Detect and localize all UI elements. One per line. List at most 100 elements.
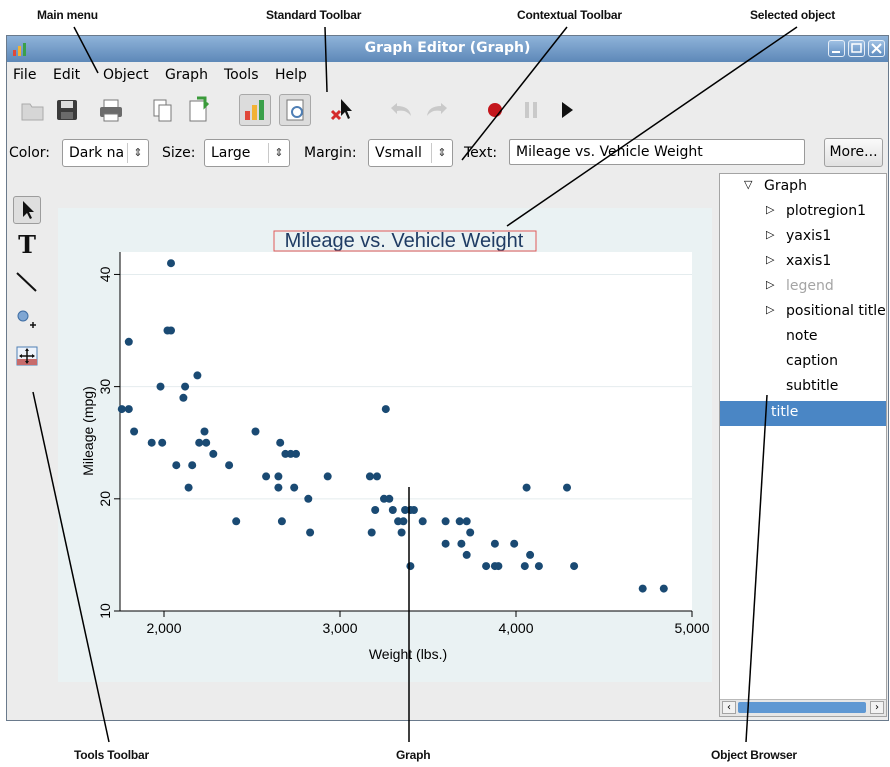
object-browser-toggle-button[interactable] xyxy=(279,94,311,126)
more-button[interactable]: More... xyxy=(824,138,883,167)
text-t-icon: T xyxy=(18,230,36,259)
minimize-button[interactable] xyxy=(828,40,845,57)
graph-editor-window: Graph Editor (Graph) File Edit Object Gr… xyxy=(6,35,889,721)
scatter-point xyxy=(466,528,475,537)
browser-node-yaxis1[interactable]: ▷ yaxis1 xyxy=(766,228,831,244)
browser-horizontal-scrollbar[interactable]: ‹ › xyxy=(720,699,886,716)
scatter-point xyxy=(418,517,427,526)
scatter-point xyxy=(385,494,394,503)
callout-object-browser: Object Browser xyxy=(711,748,797,762)
browser-node-label: yaxis1 xyxy=(786,228,832,244)
scatter-chart: 10 20 30 40 2,000 3,000 4,000 5,000 Mileage vs… xyxy=(80,230,710,662)
scatter-point xyxy=(371,506,380,514)
scatter-point xyxy=(482,562,491,571)
x-tick-label: 3,000 xyxy=(322,620,357,636)
x-axis-title[interactable]: Weight (lbs.) xyxy=(369,646,447,662)
scroll-left-button[interactable]: ‹ xyxy=(722,701,736,714)
undo-button[interactable] xyxy=(385,94,417,126)
menu-graph[interactable]: Graph xyxy=(165,67,208,83)
save-button[interactable] xyxy=(51,94,83,126)
maximize-button[interactable] xyxy=(848,40,865,57)
line-icon xyxy=(16,272,37,292)
size-label: Size: xyxy=(162,145,196,161)
menu-help[interactable]: Help xyxy=(275,67,307,83)
scatter-point xyxy=(323,472,332,481)
delete-pointer-icon xyxy=(330,99,352,121)
menu-file[interactable]: File xyxy=(13,67,36,83)
scatter-point xyxy=(117,405,126,414)
scrollbar-thumb[interactable] xyxy=(738,702,866,713)
text-input[interactable]: Mileage vs. Vehicle Weight xyxy=(509,139,805,165)
browser-node-title[interactable]: title xyxy=(720,401,886,426)
scatter-point xyxy=(659,584,668,593)
paste-button[interactable] xyxy=(183,94,215,126)
scatter-point xyxy=(167,259,175,268)
scatter-point xyxy=(147,438,156,447)
y-tick-label: 40 xyxy=(97,266,113,282)
browser-node-note[interactable]: note xyxy=(786,328,818,344)
svg-text:T: T xyxy=(18,230,36,258)
scatter-point xyxy=(306,528,315,537)
callout-tools-toolbar: Tools Toolbar xyxy=(74,748,149,762)
redo-button[interactable] xyxy=(421,94,453,126)
margin-select-value: Vsmall xyxy=(375,145,422,161)
x-tick-label: 2,000 xyxy=(146,620,181,636)
title-bar: Graph Editor (Graph) xyxy=(7,36,888,62)
play-icon xyxy=(562,102,573,118)
callout-main-menu: Main menu xyxy=(37,8,98,22)
grid-edit-tool[interactable] xyxy=(13,342,41,370)
add-marker-tool[interactable] xyxy=(13,306,41,334)
size-select[interactable]: Large ⇕ xyxy=(204,139,290,167)
pause-icon xyxy=(525,102,537,118)
scatter-point xyxy=(526,550,535,559)
copy-button[interactable] xyxy=(147,94,179,126)
play-button[interactable] xyxy=(551,94,583,126)
scatter-point xyxy=(262,472,271,481)
browser-node-graph[interactable]: ▽ Graph xyxy=(744,178,807,194)
browser-node-caption[interactable]: caption xyxy=(786,353,838,369)
browser-node-legend[interactable]: ▷ legend xyxy=(766,278,834,294)
open-button[interactable] xyxy=(17,94,49,126)
pointer-tool[interactable] xyxy=(13,196,41,224)
y-axis-title[interactable]: Mileage (mpg) xyxy=(80,386,96,475)
scatter-point xyxy=(490,539,499,548)
browser-node-plotregion1[interactable]: ▷ plotregion1 xyxy=(766,203,866,219)
pause-button[interactable] xyxy=(515,94,547,126)
print-button[interactable] xyxy=(95,94,127,126)
close-button[interactable] xyxy=(868,40,885,57)
browser-node-label: positional titles xyxy=(786,303,887,319)
browser-node-positional-titles[interactable]: ▷ positional titles xyxy=(766,303,887,319)
menu-edit[interactable]: Edit xyxy=(53,67,80,83)
scatter-point xyxy=(158,438,167,447)
scatter-point xyxy=(441,539,450,548)
scatter-point xyxy=(292,449,300,458)
scatter-point xyxy=(200,427,209,436)
undo-icon xyxy=(391,103,411,116)
menu-object[interactable]: Object xyxy=(103,67,149,83)
add-line-tool[interactable] xyxy=(13,268,41,296)
menu-tools[interactable]: Tools xyxy=(224,67,259,83)
scatter-point xyxy=(251,427,260,436)
margin-select[interactable]: Vsmall ⇕ xyxy=(368,139,453,167)
delete-object-button[interactable] xyxy=(327,94,359,126)
browser-node-subtitle[interactable]: subtitle xyxy=(786,378,838,394)
browser-node-xaxis1[interactable]: ▷ xaxis1 xyxy=(766,253,831,269)
margin-label: Margin: xyxy=(304,145,357,161)
graph-toggle-button[interactable] xyxy=(239,94,271,126)
record-icon xyxy=(488,103,502,117)
graph-panel[interactable]: 10 20 30 40 2,000 3,000 4,000 5,000 Mileage vs… xyxy=(58,208,712,682)
standard-toolbar xyxy=(7,90,888,130)
add-text-tool[interactable]: T xyxy=(13,230,41,259)
chart-title[interactable]: Mileage vs. Vehicle Weight xyxy=(285,230,524,252)
scatter-point xyxy=(179,393,188,402)
scatter-point xyxy=(381,405,390,414)
text-label: Text: xyxy=(464,145,498,161)
scatter-point xyxy=(397,528,406,537)
color-select[interactable]: Dark na ⇕ xyxy=(62,139,149,167)
record-button[interactable] xyxy=(479,94,511,126)
spinner-arrows-icon: ⇕ xyxy=(127,143,148,163)
scroll-right-button[interactable]: › xyxy=(870,701,884,714)
scatter-point xyxy=(167,326,175,335)
y-tick-label: 30 xyxy=(97,379,113,395)
callout-graph: Graph xyxy=(396,748,431,762)
